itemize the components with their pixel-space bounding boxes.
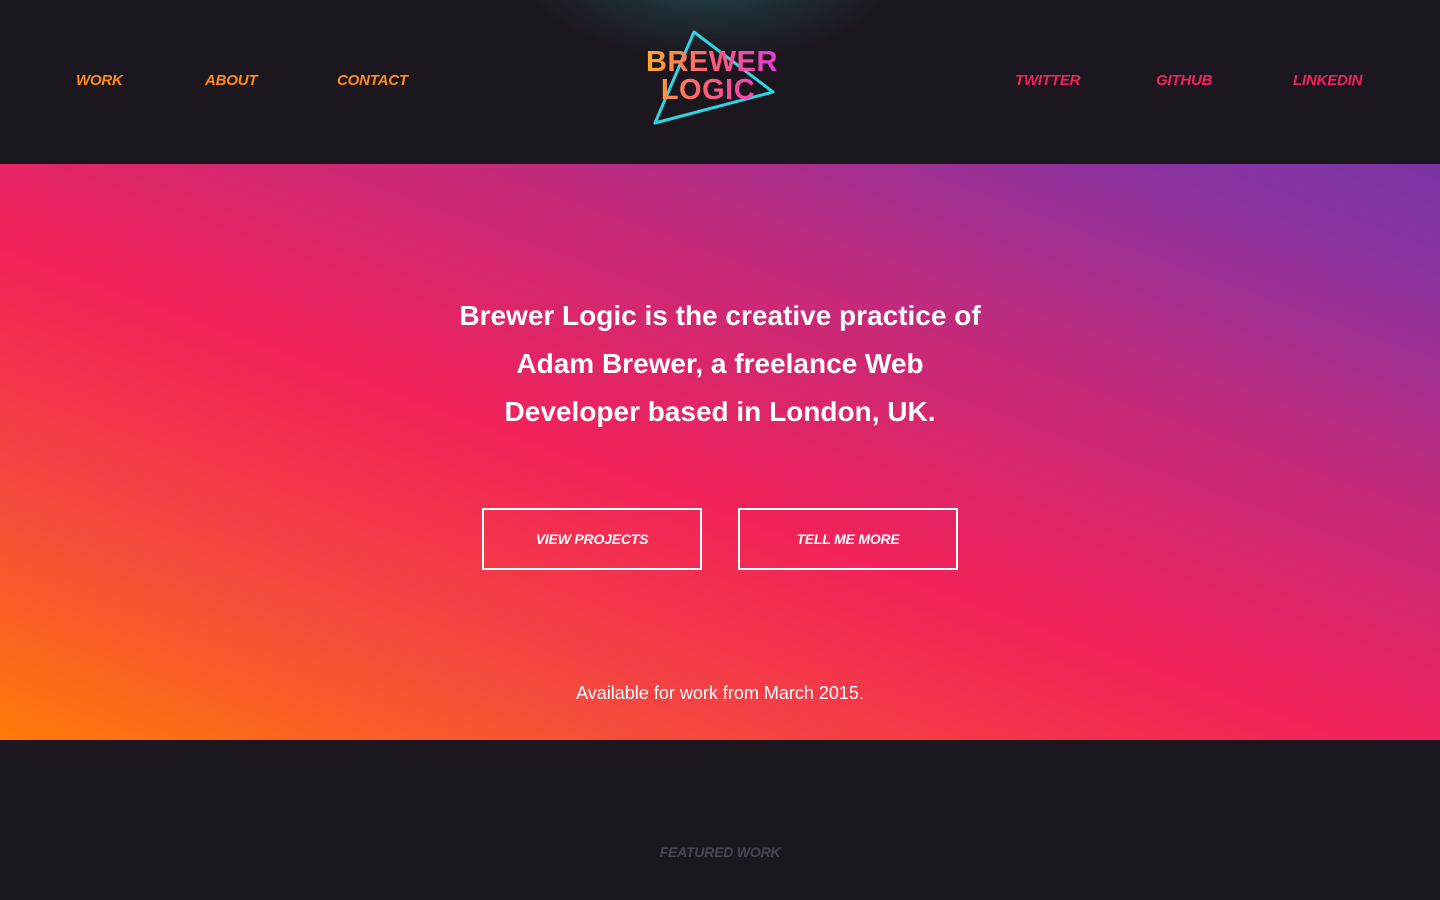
featured-work-heading: FEATURED WORK [659,844,781,860]
brand-logo[interactable]: BREWER LOGIC [640,26,780,130]
featured-work-section: FEATURED WORK [0,740,1440,900]
nav-link-linkedin[interactable]: LINKEDIN [1293,72,1362,89]
hero-section: Brewer Logic is the creative practice of… [0,164,1440,740]
site-header: WORK ABOUT CONTACT BREWER LOGIC TWITTER … [0,0,1440,164]
nav-link-twitter[interactable]: TWITTER [1015,72,1080,89]
hero-intro-line: Adam Brewer, a freelance Web [516,348,924,379]
hero-intro-line: Brewer Logic is the creative practice of [459,300,981,331]
nav-link-work[interactable]: WORK [76,72,123,89]
nav-link-github[interactable]: GITHUB [1156,72,1212,89]
logo-text-line1: BREWER [642,48,782,77]
nav-link-about[interactable]: ABOUT [205,72,258,89]
hero-intro: Brewer Logic is the creative practice of… [420,292,1020,436]
logo-text-line2: LOGIC [638,76,778,105]
nav-link-contact[interactable]: CONTACT [337,72,408,89]
availability-text: Available for work from March 2015. [576,683,864,703]
view-projects-button[interactable]: VIEW PROJECTS [482,508,702,570]
tell-me-more-button[interactable]: TELL ME MORE [738,508,958,570]
hero-intro-line: Developer based in London, UK. [504,396,936,427]
